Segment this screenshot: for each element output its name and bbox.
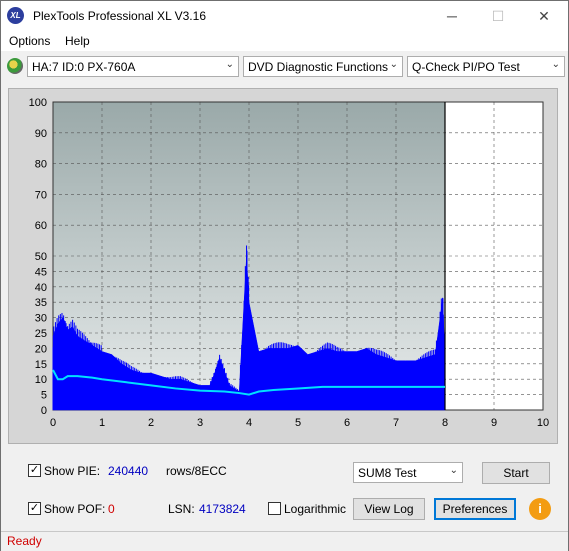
- function-select[interactable]: DVD Diagnostic Functions ⌄: [243, 56, 403, 77]
- test-select[interactable]: Q-Check PI/PO Test ⌄: [407, 56, 565, 77]
- x-tick-label: 7: [393, 417, 399, 429]
- close-button[interactable]: ✕: [521, 1, 567, 31]
- menu-options[interactable]: Options: [9, 34, 50, 48]
- menu-bar: Options Help: [1, 31, 568, 51]
- show-pie-checkbox[interactable]: ✓: [28, 464, 41, 477]
- show-pof-label: Show POF:: [44, 502, 106, 516]
- lsn-label: LSN:: [168, 502, 195, 516]
- chart-panel: 0 1 2 3 4 5 6 7 8 9 10 0 5 10 15 20 25 30 35 40 45 50 60 70 80 90…: [8, 88, 558, 444]
- drive-select[interactable]: HA:7 ID:0 PX-760A ⌄: [27, 56, 239, 77]
- test-select-value: Q-Check PI/PO Test: [412, 60, 520, 74]
- info-icon[interactable]: i: [529, 498, 551, 520]
- y-tick-label: 10: [35, 374, 47, 386]
- y-tick-label: 5: [41, 390, 47, 402]
- y-tick-label: 15: [35, 359, 47, 371]
- x-tick-label: 5: [295, 417, 301, 429]
- y-tick-label: 30: [35, 313, 47, 325]
- window-title: PlexTools Professional XL V3.16: [33, 9, 206, 23]
- y-tick-label: 100: [29, 97, 47, 109]
- x-tick-label: 4: [246, 417, 252, 429]
- toolbar: HA:7 ID:0 PX-760A ⌄ DVD Diagnostic Funct…: [1, 52, 568, 80]
- pie-value: 240440: [108, 464, 149, 478]
- test-mode-select[interactable]: SUM8 Test ⌄: [353, 462, 463, 483]
- title-bar: XL PlexTools Professional XL V3.16 ─ ☐ ✕: [1, 1, 568, 31]
- chevron-down-icon: ⌄: [449, 465, 458, 476]
- x-tick-label: 3: [197, 417, 203, 429]
- y-tick-label: 45: [35, 266, 47, 278]
- y-tick-label: 50: [35, 251, 47, 263]
- lsn-value: 4173824: [199, 502, 246, 516]
- y-tick-label: 20: [35, 343, 47, 355]
- chevron-down-icon: ⌄: [551, 59, 560, 70]
- test-mode-value: SUM8 Test: [358, 466, 417, 480]
- drive-disc-icon: [7, 58, 23, 74]
- show-pof-checkbox[interactable]: ✓: [28, 502, 41, 515]
- show-pie-label: Show PIE:: [44, 464, 101, 478]
- x-tick-label: 0: [50, 417, 56, 429]
- start-button[interactable]: Start: [482, 462, 550, 484]
- y-tick-label: 60: [35, 220, 47, 232]
- x-tick-label: 6: [344, 417, 350, 429]
- x-tick-label: 9: [491, 417, 497, 429]
- drive-select-value: HA:7 ID:0 PX-760A: [32, 60, 136, 74]
- pie-unit: rows/8ECC: [166, 464, 227, 478]
- view-log-button[interactable]: View Log: [353, 498, 425, 520]
- bottom-controls: ✓ Show PIE: 240440 rows/8ECC SUM8 Test ⌄…: [8, 451, 558, 523]
- y-tick-label: 90: [35, 128, 47, 140]
- x-tick-label: 10: [537, 417, 549, 429]
- logarithmic-label: Logarithmic: [284, 502, 347, 516]
- y-tick-label: 25: [35, 328, 47, 340]
- function-select-value: DVD Diagnostic Functions: [248, 60, 389, 74]
- chevron-down-icon: ⌄: [225, 59, 234, 70]
- x-tick-label: 1: [99, 417, 105, 429]
- app-window: XL PlexTools Professional XL V3.16 ─ ☐ ✕…: [0, 0, 569, 551]
- y-tick-label: 80: [35, 159, 47, 171]
- status-text: Ready: [7, 534, 42, 548]
- pi-po-chart: 0 1 2 3 4 5 6 7 8 9 100510152025303540455060708090…: [29, 97, 549, 429]
- y-tick-label: 0: [41, 405, 47, 417]
- x-tick-label: 2: [148, 417, 154, 429]
- pof-value: 0: [108, 502, 115, 516]
- maximize-button[interactable]: ☐: [475, 1, 521, 31]
- y-tick-label: 35: [35, 297, 47, 309]
- chevron-down-icon: ⌄: [389, 59, 398, 70]
- preferences-button[interactable]: Preferences: [434, 498, 516, 520]
- status-bar: Ready: [1, 531, 568, 551]
- menu-help[interactable]: Help: [65, 34, 90, 48]
- logarithmic-checkbox[interactable]: [268, 502, 281, 515]
- x-tick-label: 8: [442, 417, 448, 429]
- y-tick-label: 70: [35, 189, 47, 201]
- minimize-button[interactable]: ─: [429, 1, 475, 31]
- y-tick-label: 40: [35, 282, 47, 294]
- app-logo-icon: XL: [7, 7, 24, 24]
